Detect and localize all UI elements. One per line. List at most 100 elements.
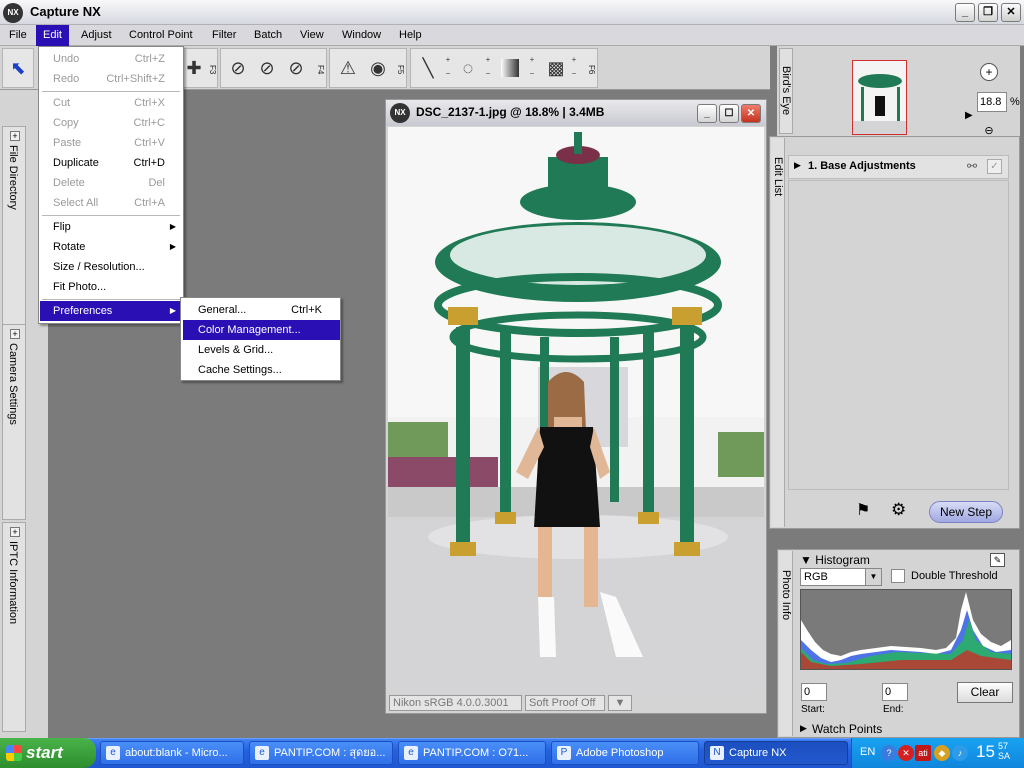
- color-control-point-icon[interactable]: ⚠: [335, 55, 361, 81]
- menu-view[interactable]: View: [293, 25, 331, 46]
- menu-item-duplicate[interactable]: Duplicate Ctrl+D: [40, 153, 182, 173]
- zoom-slider-marker-icon[interactable]: ▶: [965, 110, 973, 121]
- fill-plus-minus[interactable]: + −: [569, 53, 579, 81]
- direct-select-arrow-icon[interactable]: ⬉: [5, 55, 31, 81]
- clock-hour[interactable]: 15: [976, 742, 995, 762]
- submenu-arrow-icon: ▶: [169, 242, 176, 251]
- lasso-plus-minus[interactable]: + −: [483, 53, 493, 81]
- menu-item-cut[interactable]: Cut Ctrl+X: [40, 93, 182, 113]
- browser-icon: e: [106, 746, 120, 760]
- language-indicator[interactable]: EN: [860, 746, 875, 758]
- taskbar-item-photoshop[interactable]: P Adobe Photoshop: [551, 741, 699, 765]
- tab-iptc-information[interactable]: + IPTC Information: [2, 522, 26, 732]
- clock-minutes: 57 SA: [998, 741, 1010, 761]
- watch-points-label[interactable]: Watch Points: [812, 722, 882, 736]
- capture-nx-logo-icon: NX: [3, 3, 23, 23]
- menu-item-copy[interactable]: Copy Ctrl+C: [40, 113, 182, 133]
- menu-item-select-all[interactable]: Select All Ctrl+A: [40, 193, 182, 213]
- menu-item-color-management[interactable]: Color Management...: [183, 320, 340, 340]
- image-maximize-button[interactable]: ☐: [719, 104, 739, 123]
- brush-size-plus-minus[interactable]: + −: [443, 53, 453, 81]
- double-threshold-label: Double Threshold: [911, 570, 998, 582]
- menu-item-levels-grid[interactable]: Levels & Grid...: [183, 340, 340, 360]
- histogram-title[interactable]: ▼ Histogram: [800, 553, 870, 567]
- brush-icon[interactable]: ╲: [415, 55, 441, 81]
- expand-arrow-icon[interactable]: ▶: [794, 160, 801, 171]
- taskbar-item-ie[interactable]: e about:blank - Micro...: [100, 741, 244, 765]
- tab-file-directory[interactable]: + File Directory: [2, 126, 26, 354]
- zoom-level-input[interactable]: 18.8: [977, 92, 1007, 112]
- menu-item-preferences[interactable]: Preferences ▶: [40, 301, 182, 321]
- menu-window[interactable]: Window: [335, 25, 388, 46]
- link-icon[interactable]: ⚯: [967, 159, 977, 173]
- lasso-icon[interactable]: ◌: [455, 55, 481, 81]
- menu-item-paste[interactable]: Paste Ctrl+V: [40, 133, 182, 153]
- photoshop-icon: P: [557, 746, 571, 760]
- neutral-control-point-icon[interactable]: ⊘: [254, 55, 280, 81]
- step-enable-checkbox[interactable]: ✓: [987, 159, 1002, 174]
- menu-item-general[interactable]: General... Ctrl+K: [183, 300, 340, 320]
- menu-item-fit-photo[interactable]: Fit Photo...: [40, 277, 182, 297]
- taskbar-item-capture-nx[interactable]: N Capture NX: [704, 741, 848, 765]
- expand-plus-icon[interactable]: +: [10, 329, 20, 339]
- black-control-point-icon[interactable]: ⊘: [225, 55, 251, 81]
- crop-icon[interactable]: ✚: [181, 55, 207, 81]
- white-control-point-icon[interactable]: ⊘: [283, 55, 309, 81]
- chevron-down-icon[interactable]: ▼: [865, 569, 881, 585]
- new-step-button[interactable]: New Step: [929, 501, 1003, 523]
- double-threshold-checkbox[interactable]: [891, 569, 905, 583]
- clear-button[interactable]: Clear: [957, 682, 1013, 703]
- taskbar-item-pantip-1[interactable]: e PANTIP.COM : สุดยอ...: [249, 741, 393, 765]
- menu-item-delete[interactable]: Delete Del: [40, 173, 182, 193]
- gradient-icon[interactable]: [501, 59, 519, 77]
- birds-eye-thumbnail[interactable]: [852, 60, 907, 135]
- tab-camera-settings[interactable]: + Camera Settings: [2, 324, 26, 520]
- menu-item-rotate[interactable]: Rotate ▶: [40, 237, 182, 257]
- zoom-out-icon[interactable]: ⊖: [980, 124, 998, 137]
- menu-item-cache-settings[interactable]: Cache Settings...: [183, 360, 340, 380]
- image-close-button[interactable]: ✕: [741, 104, 761, 123]
- gear-icon[interactable]: ⚙: [891, 500, 906, 520]
- close-button[interactable]: ✕: [1001, 3, 1021, 22]
- expand-plus-icon[interactable]: +: [10, 131, 20, 141]
- thumbnail-image: [853, 61, 906, 134]
- expand-plus-icon[interactable]: +: [10, 527, 20, 537]
- tool-group-f5: ⚠ ◉ F5: [329, 48, 407, 88]
- gradient-plus-minus[interactable]: + −: [527, 53, 537, 81]
- menu-file[interactable]: File: [2, 25, 34, 46]
- zoom-in-icon[interactable]: +: [980, 63, 998, 81]
- edit-menu-dropdown: Undo Ctrl+Z Redo Ctrl+Shift+Z Cut Ctrl+X Co…: [38, 46, 184, 324]
- tab-edit-list[interactable]: [771, 138, 785, 527]
- network-icon[interactable]: ◆: [934, 745, 950, 761]
- help-icon[interactable]: ?: [881, 745, 897, 761]
- menu-item-size-resolution[interactable]: Size / Resolution...: [40, 257, 182, 277]
- image-window-title: DSC_2137-1.jpg @ 18.8% | 3.4MB: [416, 105, 605, 119]
- security-alert-icon[interactable]: ✕: [898, 745, 914, 761]
- flag-icon[interactable]: ⚑: [856, 500, 870, 520]
- menu-control-point[interactable]: Control Point: [122, 25, 200, 46]
- histogram-start-input[interactable]: 0: [801, 683, 827, 701]
- menu-item-flip[interactable]: Flip ▶: [40, 217, 182, 237]
- menu-item-undo[interactable]: Undo Ctrl+Z: [40, 49, 182, 69]
- photo-canvas[interactable]: [388, 127, 764, 692]
- expand-arrow-icon[interactable]: ▶: [800, 723, 807, 734]
- menu-help[interactable]: Help: [392, 25, 429, 46]
- minimize-button[interactable]: _: [955, 3, 975, 22]
- histogram-graph[interactable]: [800, 589, 1012, 670]
- taskbar-item-pantip-2[interactable]: e PANTIP.COM : O71...: [398, 741, 546, 765]
- menu-adjust[interactable]: Adjust: [74, 25, 119, 46]
- menu-edit[interactable]: Edit: [36, 25, 69, 46]
- menu-item-redo[interactable]: Redo Ctrl+Shift+Z: [40, 69, 182, 89]
- histogram-end-input[interactable]: 0: [882, 683, 908, 701]
- image-minimize-button[interactable]: _: [697, 104, 717, 123]
- ati-icon[interactable]: ati: [915, 745, 931, 761]
- menu-batch[interactable]: Batch: [247, 25, 289, 46]
- menu-filter[interactable]: Filter: [205, 25, 243, 46]
- red-eye-icon[interactable]: ◉: [365, 55, 391, 81]
- color-profile-field: Nikon sRGB 4.0.0.3001: [389, 695, 522, 711]
- soft-proof-dropdown-icon[interactable]: ▼: [608, 695, 632, 711]
- restore-button[interactable]: ❐: [978, 3, 998, 22]
- volume-icon[interactable]: ♪: [952, 745, 968, 761]
- fill-remove-icon[interactable]: ▩: [543, 55, 569, 81]
- histogram-options-icon[interactable]: ✎: [990, 553, 1005, 567]
